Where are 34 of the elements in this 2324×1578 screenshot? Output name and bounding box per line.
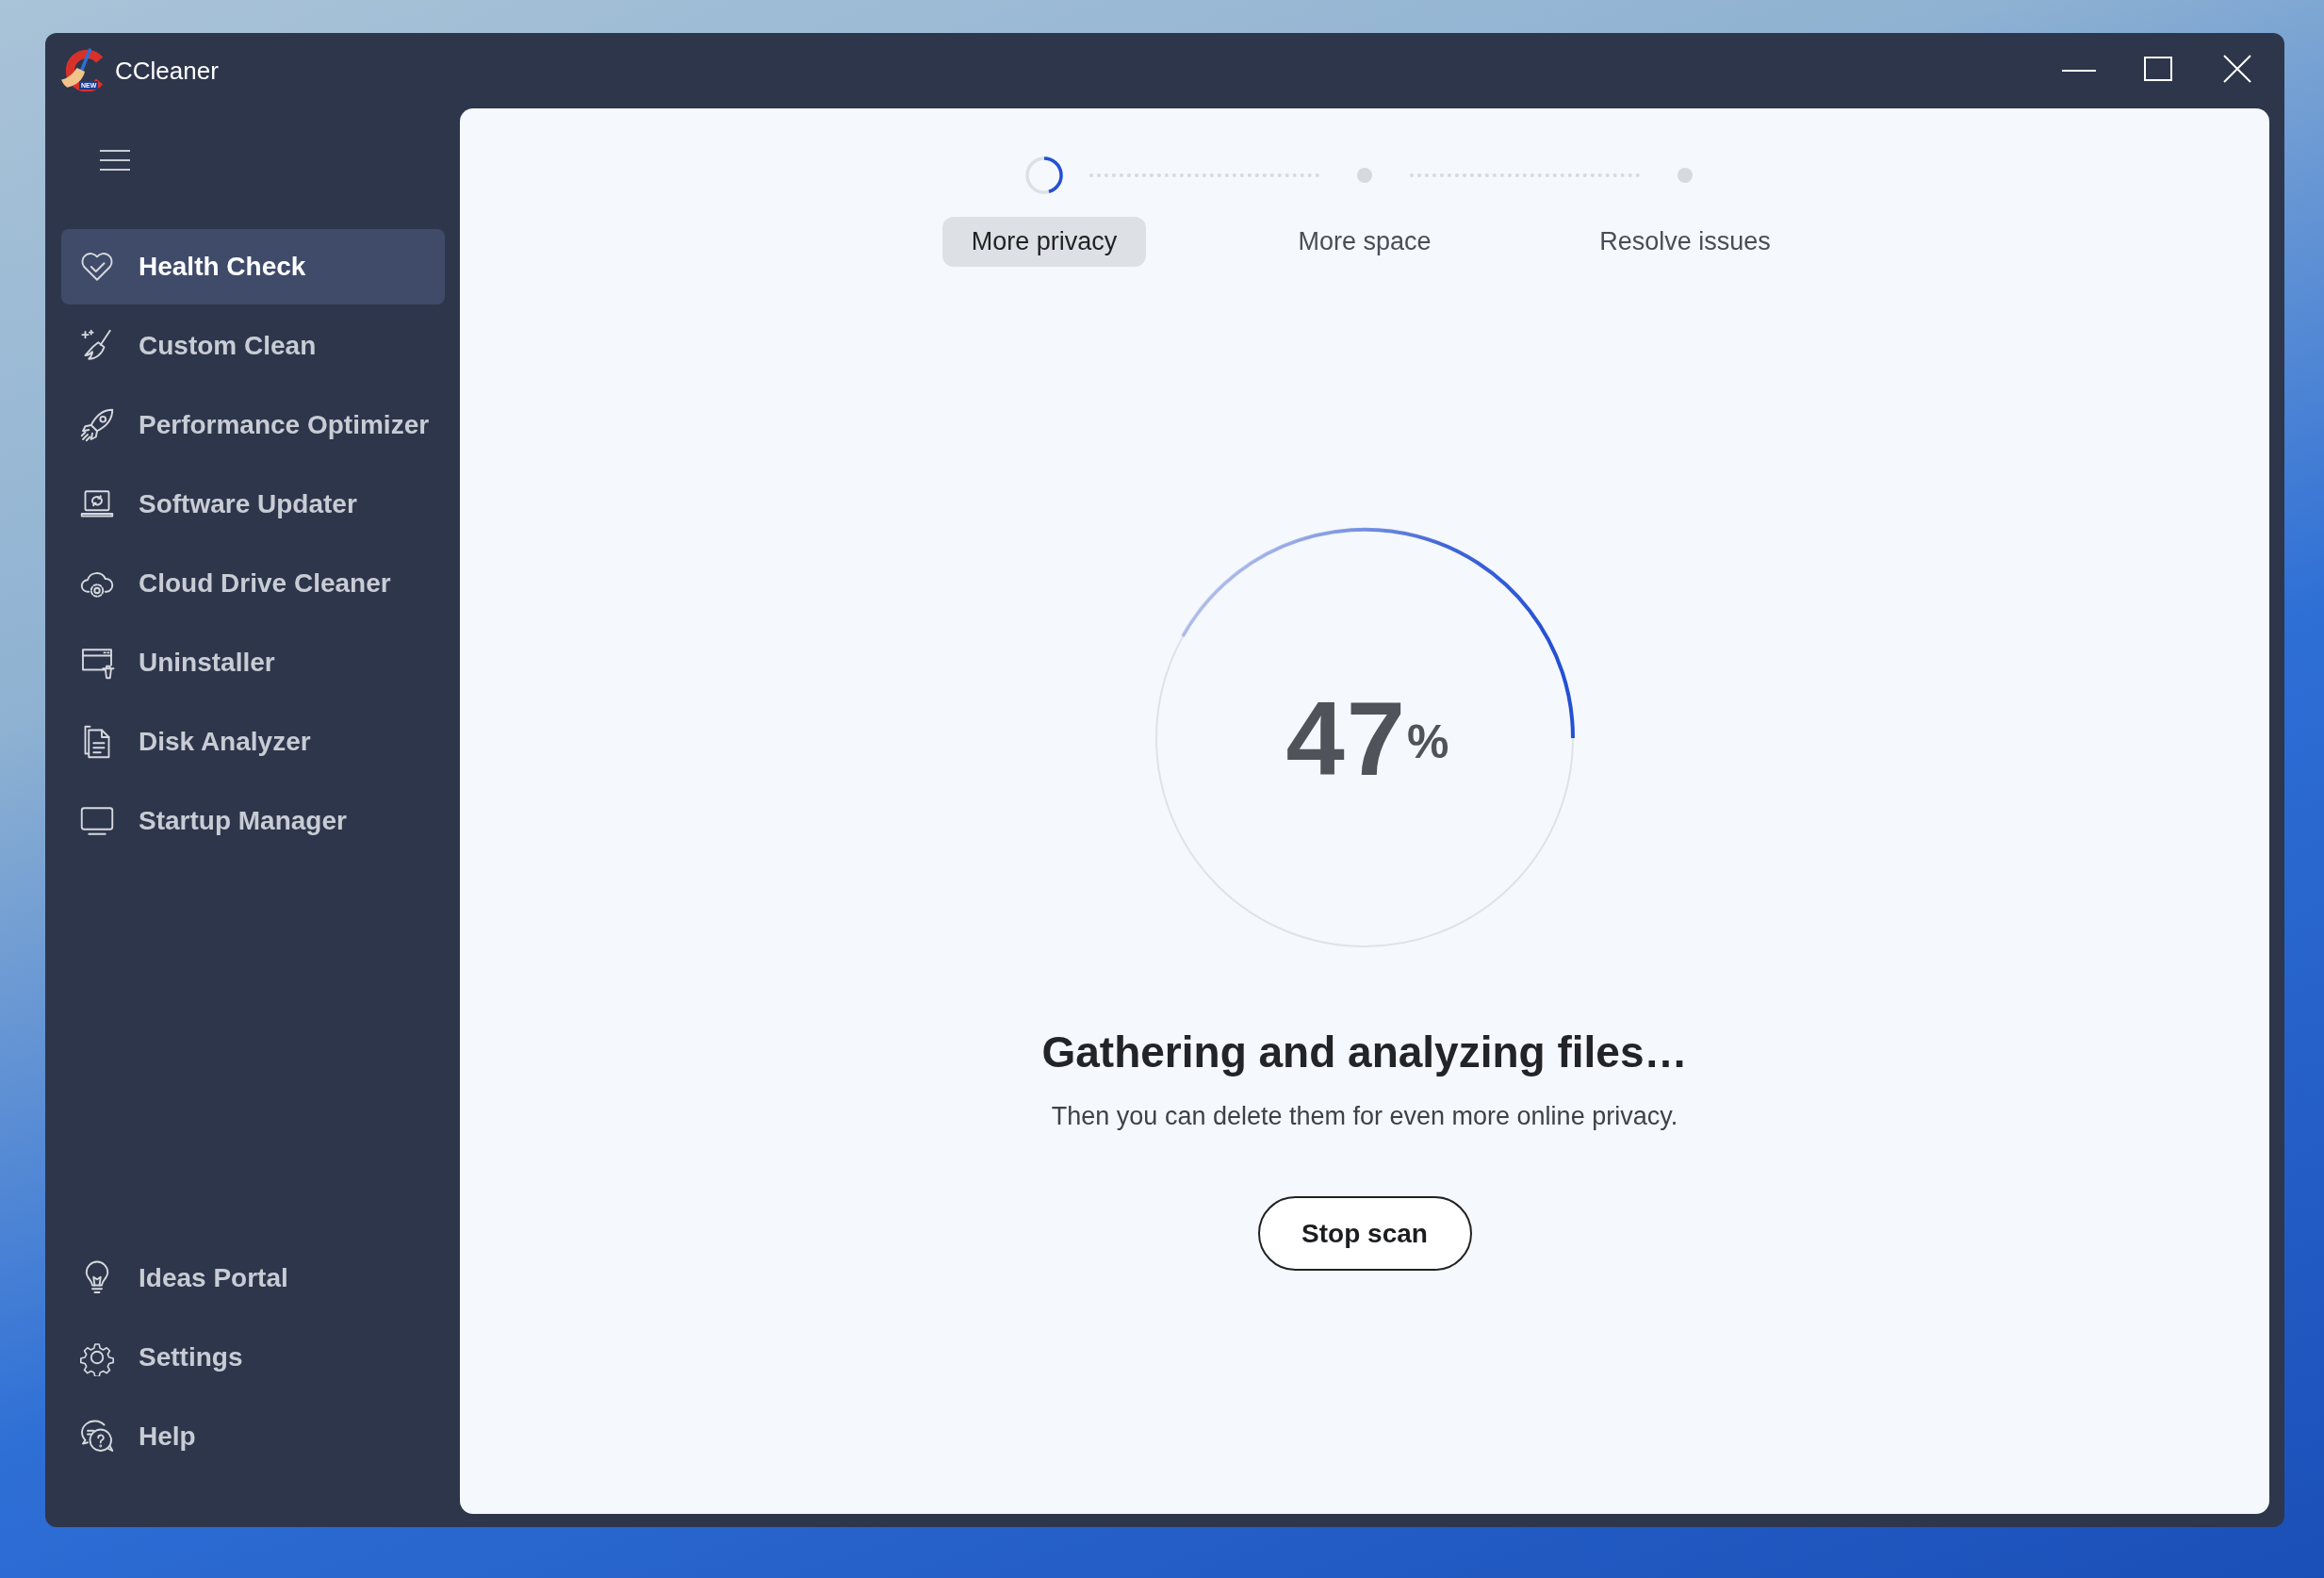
- sidebar-item-label: Uninstaller: [139, 648, 275, 678]
- sidebar-item-label: Software Updater: [139, 489, 357, 519]
- sidebar-item[interactable]: Health Check: [61, 229, 445, 304]
- step-tab[interactable]: Resolve issues: [1570, 217, 1800, 267]
- sidebar-item-label: Settings: [139, 1342, 243, 1373]
- sidebar-item-label: Health Check: [139, 252, 306, 282]
- sidebar-item[interactable]: Software Updater: [61, 467, 445, 542]
- scan-message: Then you can delete them for even more online privacy.: [1051, 1101, 1678, 1132]
- sidebar-item[interactable]: Performance Optimizer: [61, 387, 445, 463]
- percent-sign: %: [1407, 715, 1449, 769]
- percent-value: 47: [1285, 678, 1408, 799]
- sidebar-item-label: Startup Manager: [139, 806, 347, 836]
- stop-scan-button[interactable]: Stop scan: [1257, 1196, 1472, 1271]
- sidebar-item-label: Ideas Portal: [139, 1263, 288, 1293]
- minimize-icon: [2062, 70, 2096, 72]
- sidebar-item[interactable]: Disk Analyzer: [61, 704, 445, 780]
- step-tab[interactable]: More space: [1268, 217, 1461, 267]
- sidebar-item[interactable]: Uninstaller: [61, 625, 445, 700]
- menu-icon: [99, 149, 131, 172]
- sidebar-item[interactable]: Settings: [61, 1320, 445, 1395]
- sidebar-item[interactable]: Help: [61, 1399, 445, 1474]
- scan-heading: Gathering and analyzing files…: [1041, 1027, 1688, 1078]
- sidebar-item-label: Help: [139, 1422, 196, 1452]
- sidebar-item-label: Custom Clean: [139, 331, 317, 361]
- rocket-icon: [78, 406, 116, 444]
- sidebar-item-label: Performance Optimizer: [139, 410, 430, 440]
- step-tab[interactable]: More privacy: [941, 217, 1147, 267]
- sidebar-item[interactable]: Ideas Portal: [61, 1241, 445, 1316]
- sidebar-item-label: Disk Analyzer: [139, 727, 311, 757]
- sidebar-item-label: Cloud Drive Cleaner: [139, 568, 391, 599]
- sidebar-item[interactable]: Custom Clean: [61, 308, 445, 384]
- window-title: CCleaner: [115, 56, 219, 86]
- sidebar-item[interactable]: Startup Manager: [61, 783, 445, 859]
- sidebar-item[interactable]: Cloud Drive Cleaner: [61, 546, 445, 621]
